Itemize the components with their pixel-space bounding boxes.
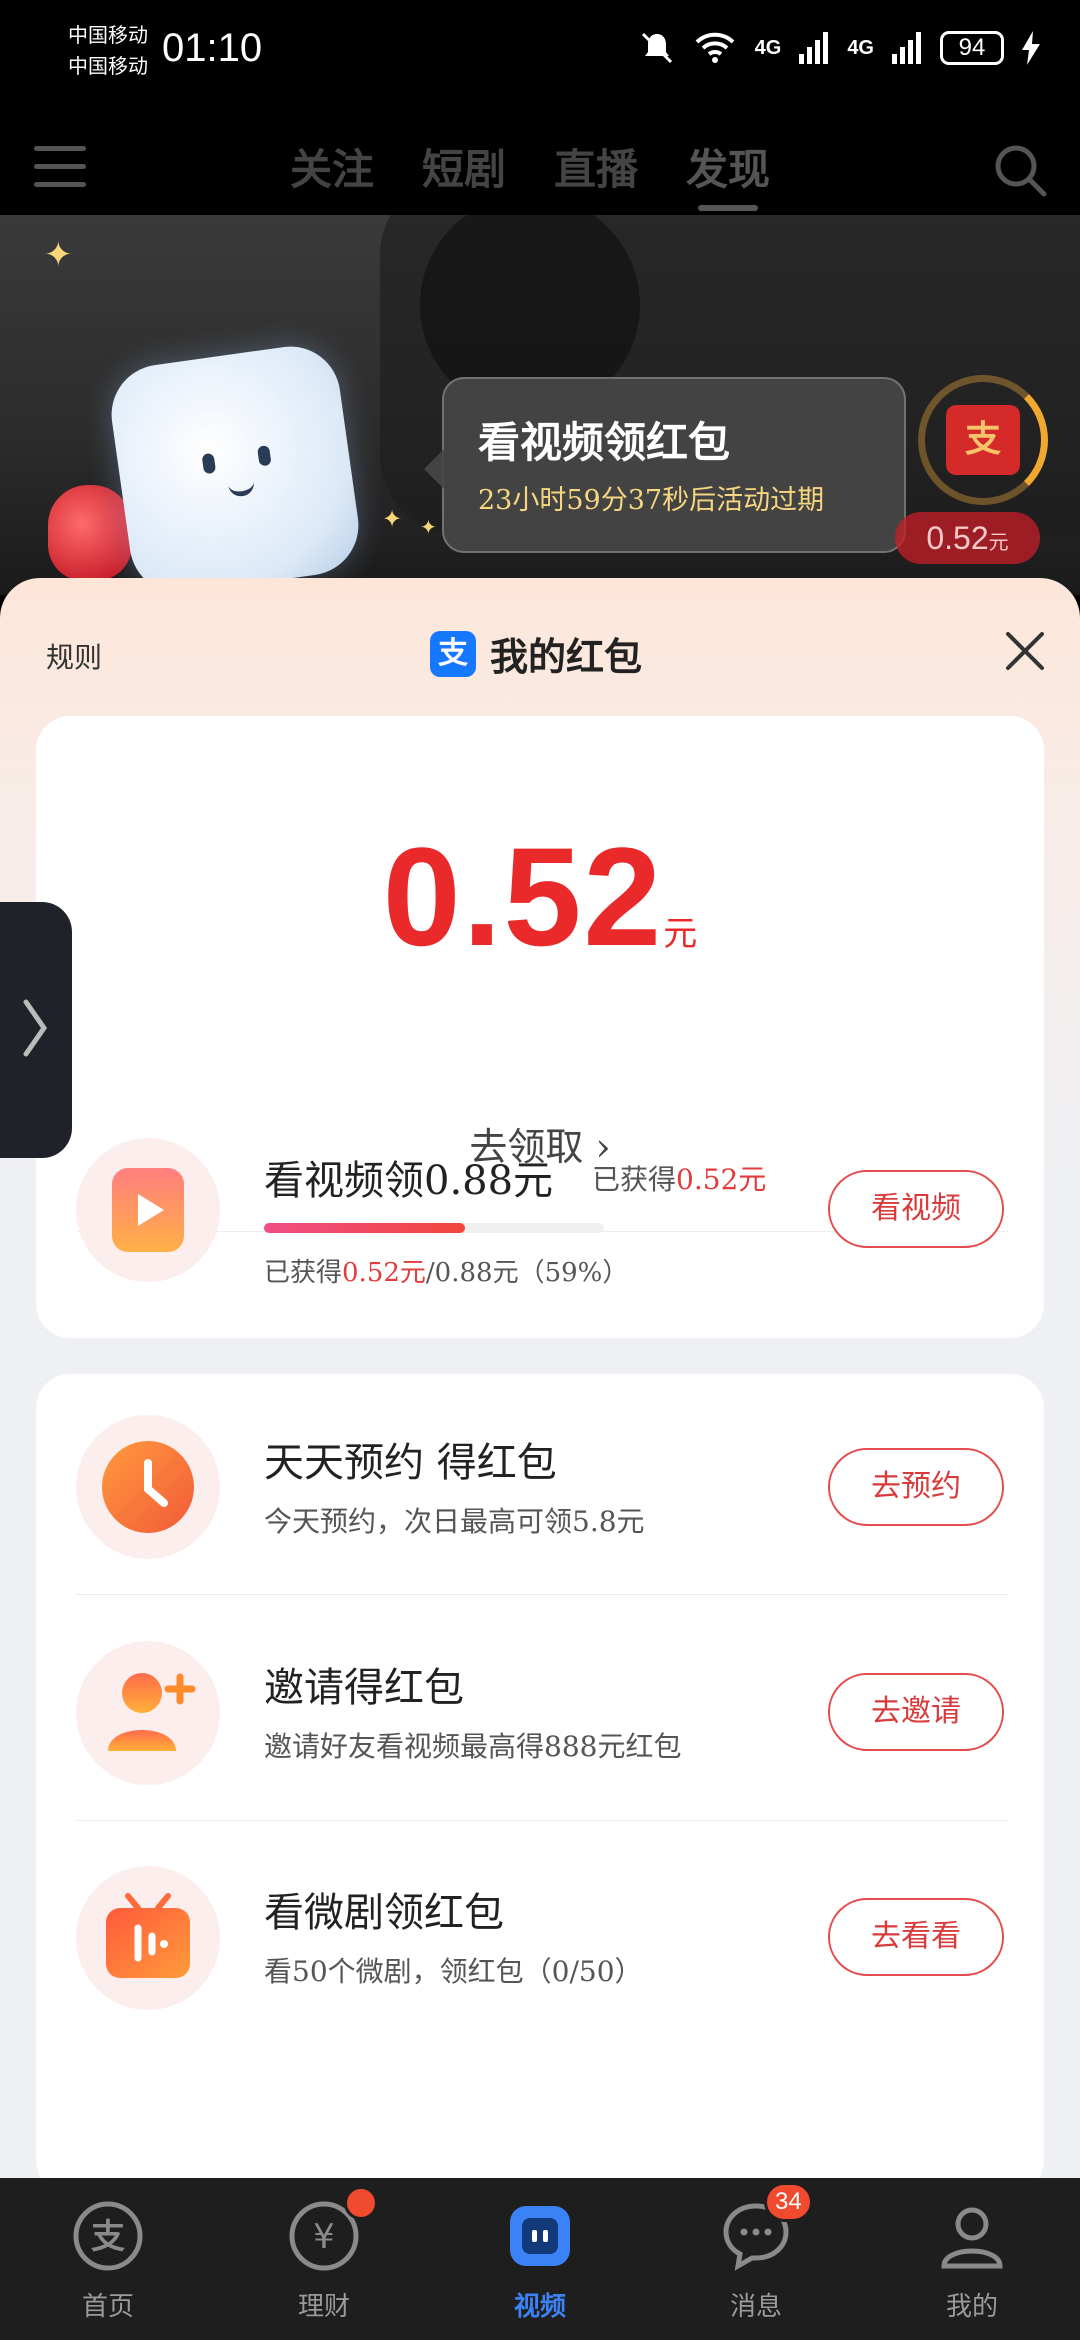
clock-icon (102, 1441, 194, 1533)
divider (76, 1820, 1008, 1821)
task-subtitle: 今天预约，次日最高可领5.8元 (264, 1505, 645, 1538)
svg-text:¥: ¥ (313, 2217, 335, 2257)
red-pouch-icon (48, 485, 132, 581)
envelope-amount-badge[interactable]: 0.52元 (895, 512, 1040, 564)
side-drawer-handle[interactable] (0, 902, 72, 1158)
video-icon (510, 2206, 570, 2266)
bottom-tab-profile[interactable]: 我的 (902, 2200, 1042, 2323)
task-title: 看微剧领红包 (264, 1890, 504, 1936)
profile-icon (941, 2207, 1003, 2269)
tab-live[interactable]: 直播 (554, 136, 638, 197)
bottom-tab-label: 首页 (81, 2292, 134, 2322)
search-icon[interactable] (992, 142, 1048, 198)
alipay-logo-icon: 支 (430, 630, 476, 677)
system-icons: 4G 4G 94 (639, 30, 1040, 66)
tv-icon (106, 1893, 190, 1978)
bottom-tab-messages[interactable]: 34 消息 (686, 2182, 826, 2323)
play-icon (112, 1168, 184, 1252)
task-title: 天天预约 得红包 (264, 1440, 557, 1486)
invite-button[interactable]: 去邀请 (828, 1673, 1004, 1751)
sparkle-icon: ✦ (44, 235, 73, 275)
tooltip-title: 看视频领红包 (478, 418, 731, 467)
tab-follow[interactable]: 关注 (290, 136, 374, 197)
mascot-icon (105, 340, 365, 595)
task-icon-wrap (76, 1641, 220, 1785)
message-count-badge: 34 (764, 2182, 813, 2222)
video-task-title: 看视频领0.88元 (264, 1158, 554, 1204)
carrier-2: 中国移动 (68, 54, 148, 78)
signal-icon (892, 32, 921, 64)
bottom-tab-label: 视频 (513, 2292, 566, 2322)
bottom-tab-label: 消息 (729, 2292, 782, 2322)
bottom-tab-bar: 支 首页 ¥ 理财 视频 34 消息 我的 (0, 2178, 1080, 2340)
task-subtitle: 邀请好友看视频最高得888元红包 (264, 1730, 682, 1763)
progress-suffix: /0.88元（59%） (425, 1258, 629, 1288)
bottom-tab-label: 理财 (297, 2292, 350, 2322)
watch-video-button[interactable]: 看视频 (828, 1170, 1004, 1248)
red-envelope-icon: 支 (946, 405, 1020, 475)
network-type-1: 4G (754, 36, 782, 59)
top-tabs: 关注 短剧 直播 发现 (290, 136, 770, 211)
bottom-tab-finance[interactable]: ¥ 理财 (254, 2186, 394, 2323)
balance-value: 0.52 (382, 818, 664, 975)
wifi-icon (695, 32, 735, 63)
chevron-right-icon (23, 999, 48, 1057)
rules-link[interactable]: 规则 (46, 636, 102, 676)
signal-icon (799, 32, 829, 64)
sparkle-icon: ✦ (382, 505, 403, 533)
close-icon[interactable] (1000, 626, 1050, 676)
earned-value: 0.52元 (676, 1163, 767, 1196)
bottom-tab-video[interactable]: 视频 (470, 2200, 610, 2323)
task-title: 邀请得红包 (264, 1665, 464, 1711)
video-task-icon-wrap (76, 1138, 220, 1282)
carrier-labels: 中国移动 中国移动 (68, 20, 148, 82)
watch-drama-button[interactable]: 去看看 (828, 1898, 1004, 1976)
task-subtitle: 看50个微剧，领红包（0/50） (264, 1955, 643, 1988)
mute-icon (641, 32, 672, 64)
sheet-title: 支 我的红包 (430, 626, 642, 681)
status-time: 01:10 (162, 26, 263, 70)
alipay-icon: 支 (73, 2201, 143, 2271)
progress-prefix: 已获得 (264, 1258, 343, 1288)
bottom-tab-label: 我的 (945, 2292, 998, 2322)
video-task-progress: 已获得0.52元/0.88元（59%） (264, 1252, 628, 1289)
progress-value: 0.52元 (342, 1258, 426, 1288)
top-nav: 关注 短剧 直播 发现 (0, 110, 1080, 215)
badge-amount: 0.52 (926, 520, 989, 556)
sheet-title-text: 我的红包 (490, 635, 643, 679)
reward-tooltip: 看视频领红包 23小时59分37秒后活动过期 (424, 377, 906, 553)
earned-prefix: 已获得 (592, 1163, 677, 1196)
task-icon-wrap (76, 1415, 220, 1559)
badge-unit: 元 (988, 532, 1009, 554)
task-icon-wrap (76, 1866, 220, 2010)
video-progress-bar (264, 1223, 604, 1233)
battery-level: 94 (940, 31, 1004, 65)
bottom-tab-home[interactable]: 支 首页 (38, 2200, 178, 2323)
balance-unit: 元 (663, 914, 698, 954)
svg-text:支: 支 (91, 2217, 125, 2257)
balance-amount: 0.52元 (36, 816, 1044, 978)
video-progress-fill (264, 1223, 465, 1233)
notification-dot (344, 2186, 378, 2220)
tab-discover[interactable]: 发现 (686, 136, 770, 211)
menu-icon[interactable] (34, 146, 86, 188)
tooltip-countdown: 23小时59分37秒后活动过期 (478, 485, 825, 516)
charging-icon (1022, 31, 1040, 65)
status-bar: 中国移动 中国移动 01:10 4G 4G 94 (0, 0, 1080, 110)
red-envelope-widget[interactable]: 支 (918, 375, 1048, 515)
network-type-2: 4G (847, 36, 874, 59)
tab-short-drama[interactable]: 短剧 (422, 136, 506, 197)
video-task-earned: 已获得0.52元 (592, 1158, 766, 1198)
reserve-button[interactable]: 去预约 (828, 1448, 1004, 1526)
sparkle-icon: ✦ (420, 515, 437, 539)
divider (76, 1594, 1008, 1595)
carrier-1: 中国移动 (68, 23, 148, 47)
add-friend-icon (108, 1673, 196, 1751)
